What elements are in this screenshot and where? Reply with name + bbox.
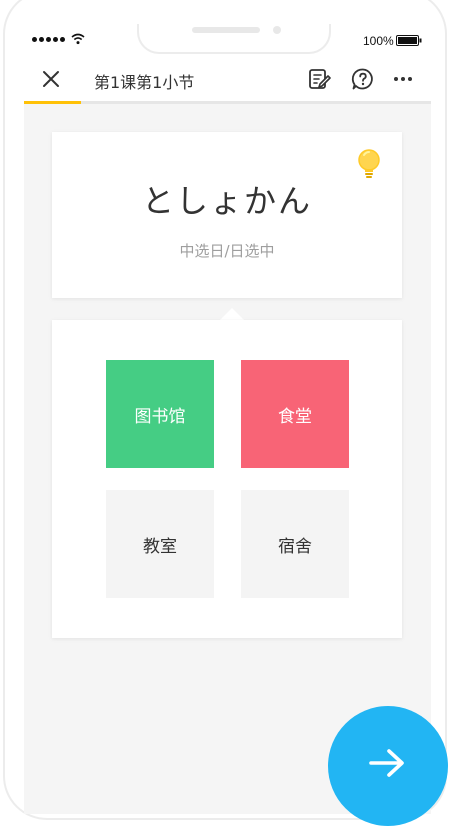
signal-strength-icon <box>32 37 65 42</box>
option-label: 教室 <box>143 536 177 557</box>
lesson-header: 第1课第1小节 <box>24 58 431 104</box>
note-edit-icon <box>309 69 331 89</box>
close-button[interactable] <box>38 66 64 92</box>
arrow-right-icon <box>369 749 404 777</box>
option-4[interactable]: 宿舍 <box>241 490 349 598</box>
wifi-icon <box>71 33 85 45</box>
help-button[interactable] <box>350 66 376 92</box>
option-label: 宿舍 <box>278 536 312 557</box>
speaker-grille <box>192 27 260 33</box>
options-card: 图书馆 食堂 教室 宿舍 <box>52 320 402 638</box>
device-notch <box>137 24 331 54</box>
battery-icon <box>396 35 422 46</box>
lightbulb-icon[interactable] <box>356 148 382 182</box>
close-icon <box>43 71 59 87</box>
lesson-title: 第1课第1小节 <box>94 73 195 92</box>
front-camera <box>273 26 281 34</box>
more-icon <box>394 77 412 81</box>
phone-frame: 100% 第1课第1小节 としょかん 中选日/日选中 图书馆 食堂 教室 宿舍 <box>0 0 450 826</box>
lesson-progress-bar <box>24 101 81 104</box>
option-label: 图书馆 <box>134 406 186 427</box>
battery-percent: 100% <box>363 34 394 48</box>
option-3[interactable]: 教室 <box>106 490 214 598</box>
more-button[interactable] <box>390 66 416 92</box>
app-screen: 100% 第1课第1小节 としょかん 中选日/日选中 图书馆 食堂 教室 宿舍 <box>24 24 431 814</box>
card-pointer <box>220 308 244 320</box>
word-card: としょかん 中选日/日选中 <box>52 132 402 298</box>
status-bar: 100% <box>24 24 431 58</box>
note-button[interactable] <box>306 66 332 92</box>
next-button[interactable] <box>328 706 448 826</box>
mode-hint: 中选日/日选中 <box>179 242 275 260</box>
option-label: 食堂 <box>278 406 312 427</box>
japanese-word: としょかん <box>141 182 312 220</box>
option-wrong[interactable]: 食堂 <box>241 360 349 468</box>
question-icon <box>351 68 373 90</box>
option-correct[interactable]: 图书馆 <box>106 360 214 468</box>
